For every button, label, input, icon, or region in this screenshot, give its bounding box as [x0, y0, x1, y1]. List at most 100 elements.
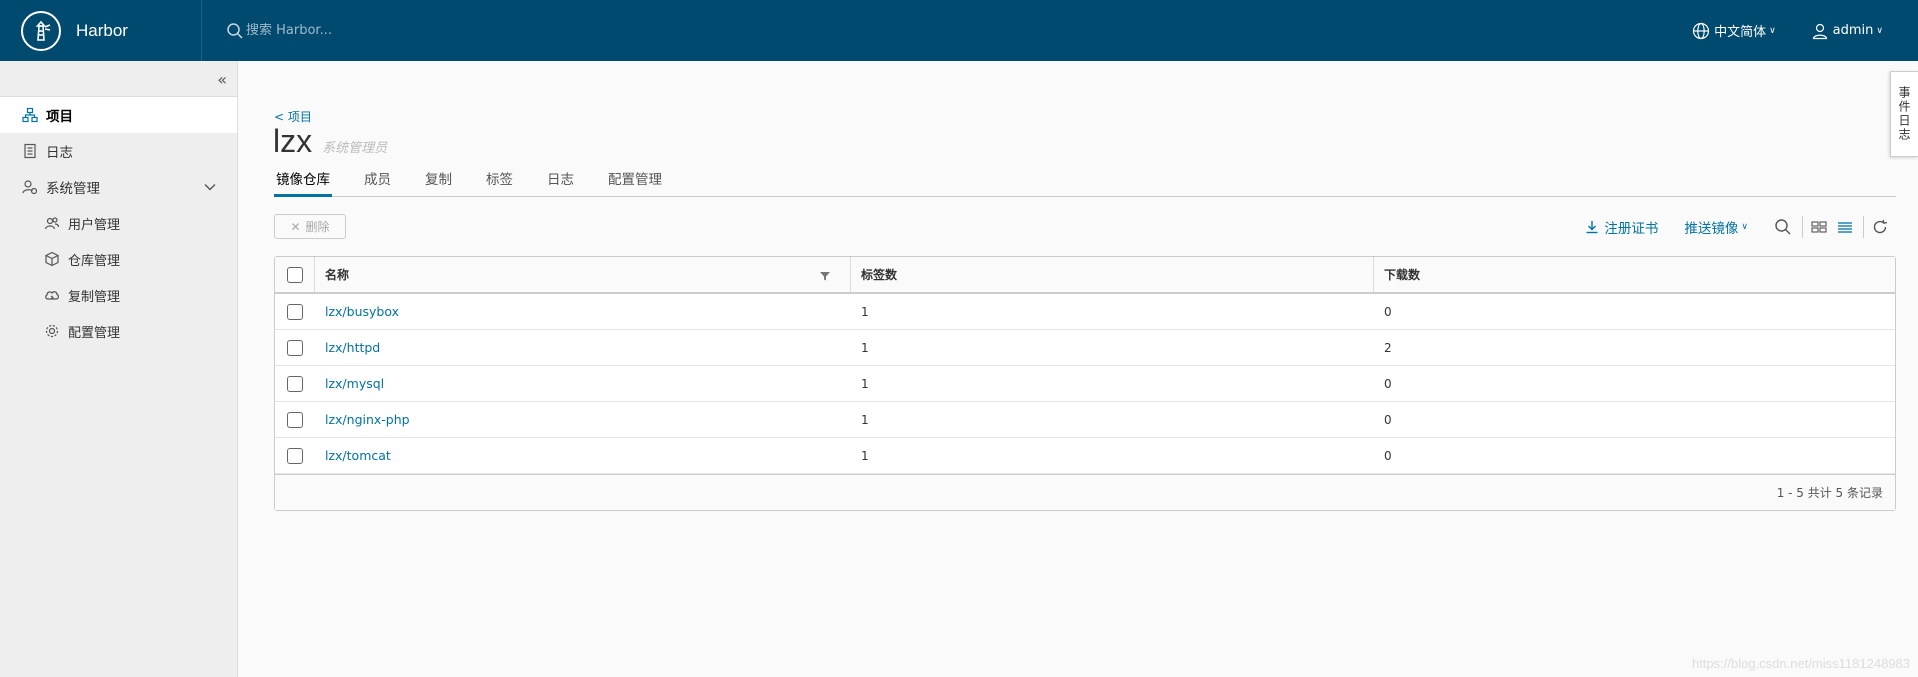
harbor-logo-icon [21, 10, 61, 51]
row-checkbox[interactable] [287, 303, 303, 320]
push-image-label: 推送镜像 [1684, 221, 1739, 237]
brand-name: Harbor [76, 20, 128, 40]
table-row: lzx/mysql 1 0 [275, 366, 1895, 402]
top-header: Harbor 中文简体 ∨ admin ∨ [0, 0, 1918, 61]
repo-toolbar: 注册证书 推送镜像 ∨ [1585, 214, 1898, 240]
chevron-down-icon: ∨ [1876, 25, 1883, 36]
column-header-downloads[interactable]: 下载数 [1374, 257, 1895, 292]
tab-labels[interactable]: 标签 [484, 167, 515, 197]
language-label: 中文简体 [1714, 25, 1767, 40]
table-header-row: 名称 标签数 下载数 [275, 257, 1895, 294]
delete-label: 删除 [305, 220, 330, 234]
column-header-name[interactable]: 名称 [315, 257, 851, 292]
event-log-tab[interactable]: 事件日志 [1890, 71, 1918, 157]
row-checkbox[interactable] [287, 411, 303, 428]
language-selector[interactable]: 中文简体 ∨ [1692, 21, 1776, 40]
search-icon [227, 22, 243, 39]
chevron-down-icon [204, 184, 216, 191]
tab-repositories[interactable]: 镜像仓库 [274, 167, 332, 197]
sidebar-item-label: 仓库管理 [68, 253, 121, 269]
tag-count: 1 [861, 304, 869, 319]
replication-icon [45, 291, 59, 300]
sidebar-item-config-management[interactable]: 配置管理 [0, 313, 237, 349]
sidebar-item-user-management[interactable]: 用户管理 [0, 205, 237, 241]
project-tabs: 镜像仓库 成员 复制 标签 日志 配置管理 [274, 167, 1896, 197]
sidebar-item-label: 用户管理 [68, 217, 121, 233]
list-icon [1838, 222, 1852, 233]
tag-count: 1 [861, 376, 869, 391]
sidebar-item-system-admin[interactable]: 系统管理 [0, 169, 237, 205]
gear-icon [45, 324, 59, 338]
card-view-toggle[interactable] [1811, 220, 1827, 234]
sidebar-item-logs[interactable]: 日志 [0, 133, 237, 169]
users-icon [44, 217, 60, 230]
watermark: https://blog.csdn.net/miss1181248983 [1691, 656, 1910, 671]
role-badge: 系统管理员 [322, 141, 388, 156]
close-icon: ✕ [290, 219, 301, 234]
repo-link[interactable]: lzx/httpd [325, 340, 380, 355]
tag-count: 1 [861, 340, 869, 355]
filter-icon[interactable] [820, 271, 830, 281]
registry-icon [45, 251, 59, 267]
sidebar-item-label: 配置管理 [68, 325, 121, 341]
refresh-icon [1873, 219, 1888, 234]
row-checkbox[interactable] [287, 339, 303, 356]
tag-count: 1 [861, 412, 869, 427]
delete-button[interactable]: ✕ 删除 [274, 214, 346, 239]
row-checkbox[interactable] [287, 447, 303, 464]
download-count: 0 [1384, 304, 1392, 319]
logs-icon [24, 143, 36, 159]
user-icon [1812, 23, 1827, 39]
sidebar-item-projects[interactable]: 项目 [0, 97, 237, 133]
push-image-dropdown[interactable]: 推送镜像 ∨ [1684, 217, 1748, 237]
projects-icon [22, 107, 38, 123]
repo-link[interactable]: lzx/mysql [325, 376, 384, 391]
search-input[interactable] [246, 23, 466, 38]
download-count: 0 [1384, 376, 1392, 391]
table-footer: 1 - 5 共计 5 条记录 [275, 474, 1895, 510]
download-count: 0 [1384, 448, 1392, 463]
refresh-button[interactable] [1872, 219, 1888, 235]
repo-link[interactable]: lzx/busybox [325, 304, 399, 319]
system-admin-icon [22, 180, 38, 195]
register-cert-button[interactable]: 注册证书 [1585, 217, 1658, 237]
tab-configuration[interactable]: 配置管理 [606, 167, 664, 197]
row-checkbox[interactable] [287, 375, 303, 392]
sidebar-item-label: 复制管理 [68, 289, 121, 305]
search-button[interactable] [1774, 218, 1792, 236]
register-cert-label: 注册证书 [1604, 221, 1659, 237]
table-row: lzx/tomcat 1 0 [275, 438, 1895, 474]
sidebar-item-label: 系统管理 [46, 181, 100, 197]
tab-logs[interactable]: 日志 [545, 167, 576, 197]
table-row: lzx/httpd 1 2 [275, 330, 1895, 366]
sidebar: « 项目 日志 系统管理 用户管理 仓库管理 复制管理 配置管理 [0, 61, 238, 677]
main-content: < 项目 lzx 系统管理员 镜像仓库 成员 复制 标签 日志 配置管理 ✕ 删… [238, 61, 1918, 677]
tab-members[interactable]: 成员 [362, 167, 393, 197]
sidebar-item-label: 项目 [46, 109, 73, 125]
grid-icon [1811, 221, 1827, 233]
global-search[interactable] [226, 0, 466, 61]
page-title: lzx [273, 123, 313, 159]
sidebar-item-registry-management[interactable]: 仓库管理 [0, 241, 237, 277]
pagination-summary: 1 - 5 共计 5 条记录 [1776, 486, 1883, 500]
column-header-tags[interactable]: 标签数 [851, 257, 1374, 292]
select-all-checkbox[interactable] [286, 266, 303, 283]
search-icon [1775, 219, 1791, 235]
sidebar-item-label: 日志 [46, 145, 73, 161]
sidebar-item-replication-management[interactable]: 复制管理 [0, 277, 237, 313]
download-count: 0 [1384, 412, 1392, 427]
user-menu[interactable]: admin ∨ [1811, 22, 1883, 40]
brand[interactable]: Harbor [0, 0, 202, 61]
username: admin [1832, 23, 1874, 38]
tag-count: 1 [861, 448, 869, 463]
chevron-down-icon: ∨ [1741, 222, 1748, 232]
globe-icon [1692, 22, 1710, 39]
repo-link[interactable]: lzx/tomcat [325, 448, 391, 463]
download-count: 2 [1384, 340, 1392, 355]
tab-replication[interactable]: 复制 [423, 167, 454, 197]
collapse-sidebar-icon[interactable]: « [217, 70, 227, 89]
table-row: lzx/busybox 1 0 [275, 294, 1895, 330]
list-view-toggle[interactable] [1837, 220, 1853, 234]
repo-link[interactable]: lzx/nginx-php [325, 412, 410, 427]
table-row: lzx/nginx-php 1 0 [275, 402, 1895, 438]
